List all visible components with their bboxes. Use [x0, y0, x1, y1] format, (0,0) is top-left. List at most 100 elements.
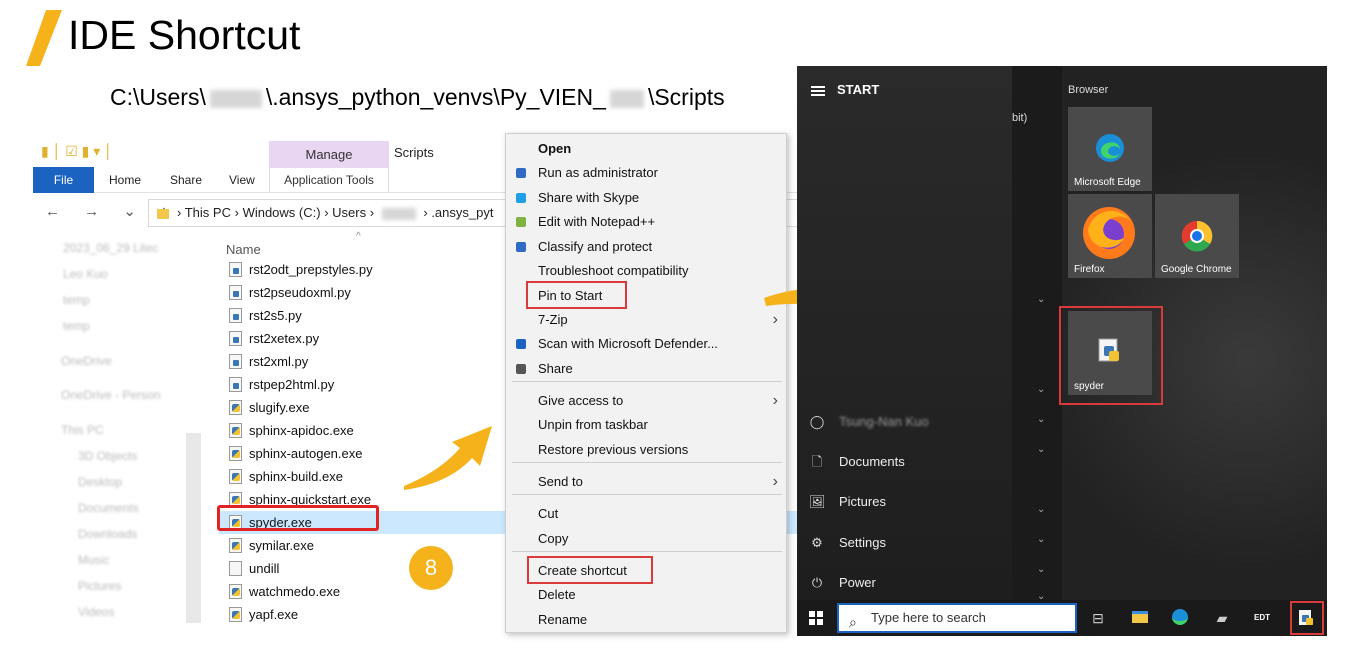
nav-item[interactable]: Pictures	[78, 579, 121, 593]
create-shortcut-highlight	[527, 556, 653, 584]
tab-share[interactable]: Share	[170, 173, 202, 187]
menu-item-give-access-to[interactable]: Give access to ›	[506, 389, 786, 413]
python-file-icon	[229, 262, 242, 277]
notepadpp-icon	[516, 217, 526, 227]
address-users[interactable]: Users	[332, 205, 366, 220]
nav-item-onedrive-personal[interactable]: OneDrive - Person	[61, 388, 160, 402]
menu-item-troubleshoot-compatibility[interactable]: Troubleshoot compatibility	[506, 259, 786, 283]
address-sep: ›	[423, 205, 428, 220]
sidebar-item-settings[interactable]: ⚙ Settings	[809, 528, 1009, 558]
file-name: rst2odt_prepstyles.py	[249, 262, 373, 277]
menu-item-classify-and-protect[interactable]: Classify and protect	[506, 235, 786, 259]
menu-item-send-to[interactable]: Send to ›	[506, 470, 786, 494]
chevron-down-icon[interactable]: ⌄	[1037, 504, 1045, 515]
chrome-icon	[1181, 220, 1213, 252]
tile-edge[interactable]: Microsoft Edge	[1068, 107, 1152, 191]
tile-chrome[interactable]: Google Chrome	[1155, 194, 1239, 278]
start-label: START	[837, 82, 880, 97]
gear-icon: ⚙	[811, 535, 823, 550]
sidebar-item-user[interactable]: ◯ Tsung-Nan Kuo	[809, 407, 1009, 437]
sidebar-label: Settings	[839, 535, 886, 550]
application-tools-tab[interactable]: Application Tools	[269, 168, 389, 193]
nav-item[interactable]: temp	[63, 319, 90, 333]
start-header[interactable]: START	[811, 82, 879, 97]
sidebar-item-documents[interactable]: 🗋 Documents	[809, 447, 1009, 477]
sort-caret-icon: ^	[356, 231, 361, 242]
redacted-suffix	[609, 89, 644, 108]
nav-item-onedrive[interactable]: OneDrive	[61, 354, 112, 368]
chevron-down-icon[interactable]: ⌄	[1037, 444, 1045, 455]
spyder-tile-highlight	[1059, 306, 1163, 405]
menu-item-open[interactable]: Open	[506, 137, 786, 161]
shield-icon	[516, 168, 526, 178]
edge-taskbar-icon[interactable]	[1171, 609, 1189, 627]
sidebar-item-power[interactable]: ⏻ Power	[809, 568, 1009, 598]
nav-item[interactable]: 3D Objects	[78, 449, 137, 463]
exe-file-icon	[229, 446, 242, 461]
edt-taskbar-icon[interactable]: EDT	[1253, 609, 1271, 627]
menu-item-label: Restore previous versions	[538, 442, 689, 457]
sidebar-item-pictures[interactable]: 🖼 Pictures	[809, 487, 1009, 517]
chevron-down-icon[interactable]: ⌄	[1037, 294, 1045, 305]
windows-start-icon[interactable]	[809, 611, 823, 625]
nav-item[interactable]: Videos	[78, 605, 114, 619]
tab-file[interactable]: File	[33, 167, 94, 193]
menu-item-share-with-skype[interactable]: Share with Skype	[506, 186, 786, 210]
nav-scrollbar[interactable]	[186, 433, 201, 623]
taskbar-search-input[interactable]: ⌕ Type here to search	[837, 603, 1077, 633]
app-taskbar-icon[interactable]: ▰	[1213, 609, 1231, 627]
quick-access-toolbar[interactable]: ▮ │ ☑ ▮ ▾ │	[41, 143, 113, 160]
file-name: undill	[249, 561, 280, 576]
menu-item-7-zip[interactable]: 7-Zip ›	[506, 308, 786, 332]
folder-icon	[157, 208, 169, 219]
menu-item-label: Unpin from taskbar	[538, 417, 648, 432]
menu-item-edit-with-notepad[interactable]: Edit with Notepad++	[506, 210, 786, 234]
chevron-down-icon[interactable]: ⌄	[1037, 414, 1045, 425]
address-sep: ›	[324, 205, 329, 220]
tab-view[interactable]: View	[229, 173, 255, 187]
menu-item-label: 7-Zip	[538, 312, 568, 327]
skype-icon	[516, 193, 526, 203]
path-mid: \.ansys_python_venvs\Py_VIEN_	[265, 84, 606, 110]
nav-item[interactable]: Desktop	[78, 475, 122, 489]
file-explorer-icon[interactable]	[1131, 609, 1149, 627]
title-accent-bar	[26, 10, 62, 66]
manage-tab[interactable]: Manage	[269, 141, 389, 168]
file-name: symilar.exe	[249, 538, 315, 553]
arrow-to-menu-icon	[404, 426, 492, 490]
nav-item[interactable]: Downloads	[78, 527, 137, 541]
path-suffix: \Scripts	[647, 84, 725, 110]
menu-item-rename[interactable]: Rename	[506, 608, 786, 632]
tab-home[interactable]: Home	[109, 173, 141, 187]
menu-item-restore-previous-versions[interactable]: Restore previous versions	[506, 438, 786, 462]
hamburger-icon[interactable]	[811, 85, 825, 96]
address-this-pc[interactable]: This PC	[185, 205, 231, 220]
tile-firefox[interactable]: Firefox	[1068, 194, 1152, 278]
menu-item-scan-with-microsoft-defender[interactable]: Scan with Microsoft Defender...	[506, 332, 786, 356]
nav-item[interactable]: Music	[78, 553, 109, 567]
nav-item[interactable]: Documents	[78, 501, 139, 515]
chevron-down-icon[interactable]: ⌄	[1037, 384, 1045, 395]
menu-item-label: Delete	[538, 587, 576, 602]
menu-item-run-as-administrator[interactable]: Run as administrator	[506, 161, 786, 185]
nav-item[interactable]: temp	[63, 293, 90, 307]
menu-item-label: Share	[538, 361, 573, 376]
chevron-down-icon[interactable]: ⌄	[1037, 534, 1045, 545]
menu-item-unpin-from-taskbar[interactable]: Unpin from taskbar	[506, 413, 786, 437]
chevron-down-icon[interactable]: ⌄	[1037, 564, 1045, 575]
firefox-icon	[1083, 207, 1135, 259]
menu-item-cut[interactable]: Cut	[506, 502, 786, 526]
menu-item-share[interactable]: Share	[506, 357, 786, 381]
address-venvs[interactable]: .ansys_pyt	[431, 205, 493, 220]
nav-item[interactable]: 2023_06_29 Litec	[63, 241, 158, 255]
menu-item-delete[interactable]: Delete	[506, 583, 786, 607]
menu-item-copy[interactable]: Copy	[506, 527, 786, 551]
address-drive[interactable]: Windows (C:)	[243, 205, 321, 220]
nav-item[interactable]: Leo Kuo	[63, 267, 108, 281]
task-view-icon[interactable]: ⊟	[1089, 609, 1107, 627]
blank-file-icon	[229, 561, 242, 576]
nav-item-this-pc[interactable]: This PC	[61, 423, 104, 437]
menu-item-label: Cut	[538, 506, 559, 521]
column-header-name[interactable]: Name	[226, 242, 261, 257]
menu-separator	[512, 494, 782, 495]
